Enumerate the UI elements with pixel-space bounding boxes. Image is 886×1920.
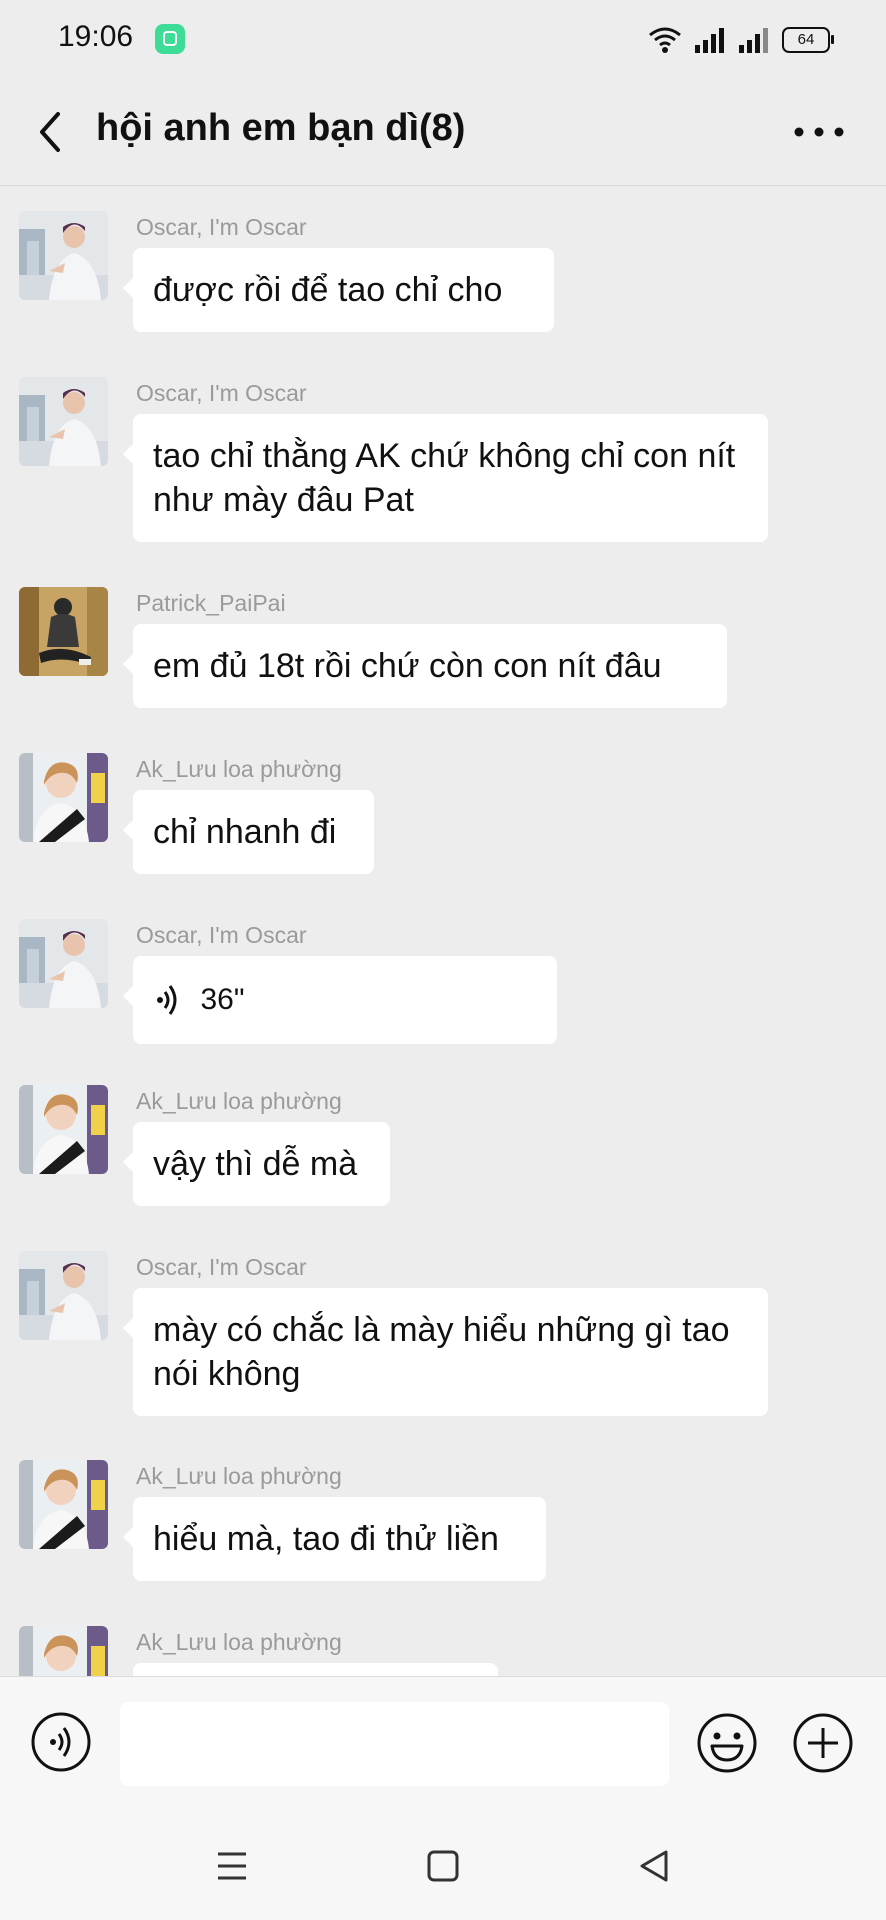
sender-name: Ak_Lưu loa phường <box>136 1088 342 1114</box>
avatar-ak[interactable] <box>19 1626 108 1676</box>
sender-name: Oscar, I'm Oscar <box>136 380 307 406</box>
avatar-oscar[interactable] <box>19 919 108 1008</box>
message-text: hiểu mà, tao đi thử liền <box>153 1520 499 1558</box>
message-bubble[interactable] <box>133 1663 498 1676</box>
chat-title: hội anh em bạn dì(8) <box>96 107 466 149</box>
sender-name: Ak_Lưu loa phường <box>136 756 342 782</box>
message-bubble[interactable]: chỉ nhanh đi <box>123 790 374 874</box>
home-square-icon[interactable] <box>423 1846 463 1886</box>
signal-icon-2 <box>739 28 768 53</box>
message-input[interactable] <box>120 1702 669 1786</box>
voice-message-bubble[interactable]: 36" <box>123 956 557 1044</box>
avatar-ak[interactable] <box>19 1085 108 1174</box>
message-bubble[interactable]: được rồi để tao chỉ cho <box>123 248 554 332</box>
sender-name: Patrick_PaiPai <box>136 590 286 616</box>
chat-header: hội anh em bạn dì(8) <box>0 80 886 186</box>
message-text: tao chỉ thằng AK chứ không chỉ con nít n… <box>153 437 736 519</box>
message-bubble[interactable]: mày có chắc là mày hiểu những gì tao nói… <box>123 1288 768 1416</box>
message-bubble[interactable]: tao chỉ thằng AK chứ không chỉ con nít n… <box>123 414 768 542</box>
avatar-patrick[interactable] <box>19 587 108 676</box>
smiley-icon[interactable] <box>696 1712 758 1774</box>
message-text: được rồi để tao chỉ cho <box>153 271 503 309</box>
avatar-oscar[interactable] <box>19 377 108 466</box>
message-bubble[interactable]: em đủ 18t rồi chứ còn con nít đâu <box>123 624 727 708</box>
chevron-left-icon[interactable] <box>32 110 72 154</box>
message-bubble[interactable]: hiểu mà, tao đi thử liền <box>123 1497 546 1581</box>
message-text: vậy thì dễ mà <box>153 1145 358 1183</box>
signal-icon <box>695 28 724 53</box>
sender-name: Oscar, I'm Oscar <box>136 922 307 948</box>
message-text: mày có chắc là mày hiểu những gì tao nói… <box>153 1311 730 1393</box>
app-notification-icon <box>155 24 185 54</box>
menu-icon[interactable] <box>212 1846 252 1886</box>
message-text: chỉ nhanh đi <box>153 813 337 851</box>
sender-name: Ak_Lưu loa phường <box>136 1463 342 1489</box>
voice-wave-icon <box>157 985 177 1015</box>
message-bubble[interactable]: vậy thì dễ mà <box>123 1122 390 1206</box>
system-nav-bar <box>0 1808 886 1920</box>
avatar-oscar[interactable] <box>19 1251 108 1340</box>
input-bar <box>0 1676 886 1809</box>
sender-name: Oscar, I'm Oscar <box>136 214 307 240</box>
message-text: em đủ 18t rồi chứ còn con nít đâu <box>153 647 662 685</box>
avatar-ak[interactable] <box>19 1460 108 1549</box>
avatar-oscar[interactable] <box>19 211 108 300</box>
voice-icon[interactable] <box>31 1712 91 1772</box>
status-icons: 64 <box>648 22 834 58</box>
status-time: 19:06 <box>58 20 134 53</box>
more-dots-icon[interactable] <box>792 114 846 150</box>
status-bar: 19:06 64 <box>0 0 886 80</box>
voice-duration: 36" <box>200 983 245 1017</box>
sender-name: Oscar, I'm Oscar <box>136 1254 307 1280</box>
battery-indicator: 64 <box>782 27 834 53</box>
back-triangle-icon[interactable] <box>634 1846 674 1886</box>
plus-icon[interactable] <box>792 1712 854 1774</box>
wifi-icon <box>649 27 681 53</box>
sender-name: Ak_Lưu loa phường <box>136 1629 342 1655</box>
message-list[interactable]: Oscar, I'm Oscar được rồi để tao chỉ cho… <box>0 186 886 1676</box>
avatar-ak[interactable] <box>19 753 108 842</box>
